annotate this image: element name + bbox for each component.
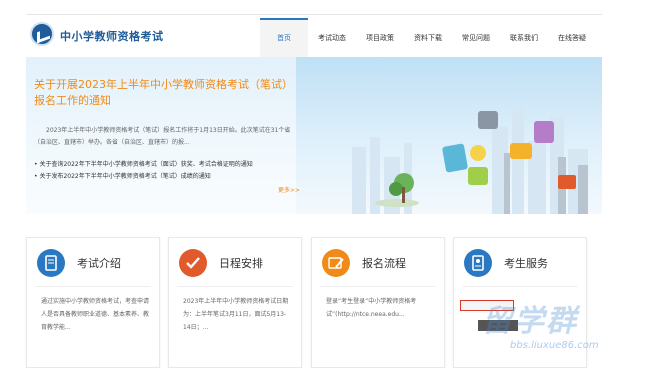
site-name[interactable]: 中小学教师资格考试: [60, 28, 164, 44]
watermark-url: bbs.liuxue86.com: [510, 340, 599, 351]
card-text: 登录“考生登录”中小学教师资格考试”(http://ntce.neea.edu.…: [326, 298, 417, 318]
card-divider: [177, 286, 293, 287]
nav-exam-news[interactable]: 考试动态: [308, 18, 356, 58]
contact-icon: [464, 249, 492, 277]
nav-contact[interactable]: 联系我们: [500, 18, 548, 58]
card-title: 考生服务: [504, 257, 548, 270]
banner-link[interactable]: 关于查询2022年下半年中小学教师资格考试（面试）获奖、考试合格证明的通知: [34, 159, 252, 171]
banner-links: 关于查询2022年下半年中小学教师资格考试（面试）获奖、考试合格证明的通知 关于…: [34, 159, 253, 183]
page: 中小学教师资格考试 首页 考试动态 项目政策 资料下载 常见问题 联系我们 在线…: [0, 0, 645, 368]
card-text: 2023年上半年中小学教师资格考试日期为：上半年笔试3月11日，面试5月13-1…: [183, 298, 289, 331]
nav-downloads[interactable]: 资料下载: [404, 18, 452, 58]
city-illustration: [352, 109, 588, 214]
pencil-icon: [322, 249, 350, 277]
card-divider: [320, 286, 436, 287]
check-icon: [179, 249, 207, 277]
card-text: 通过实施中小学教师资格考试，考查申请人是否具备教师职业道德、基本素养、教育教学能…: [41, 298, 150, 331]
nav-policy[interactable]: 项目政策: [356, 18, 404, 58]
card-exam-intro[interactable]: 考试介绍 通过实施中小学教师资格考试，考查申请人是否具备教师职业道德、基本素养、…: [26, 237, 160, 368]
card-title: 考试介绍: [77, 257, 121, 270]
card-title: 报名流程: [362, 257, 406, 270]
nav-online-qa[interactable]: 在线答疑: [548, 18, 596, 58]
banner-link[interactable]: 关于发布2022年下半年中小学教师资格考试（笔试）成绩的通知: [34, 171, 253, 183]
card-title: 日程安排: [219, 257, 263, 270]
card-divider: [462, 286, 578, 287]
banner-title[interactable]: 关于开展2023年上半年中小学教师资格考试（笔试）报名工作的通知: [34, 77, 296, 109]
nav-faq[interactable]: 常见问题: [452, 18, 500, 58]
main-nav: 首页 考试动态 项目政策 资料下载 常见问题 联系我们 在线答疑: [260, 18, 596, 58]
banner-paragraph: 2023年上半年中小学教师资格考试（笔试）报名工作将于1月13日开始。此次笔试在…: [34, 127, 291, 146]
card-registration-process[interactable]: 报名流程 登录“考生登录”中小学教师资格考试”(http://ntce.neea…: [311, 237, 445, 368]
card-schedule[interactable]: 日程安排 2023年上半年中小学教师资格考试日期为：上半年笔试3月11日，面试5…: [168, 237, 302, 368]
watermark-logo: 留学群: [482, 304, 578, 339]
header-divider: [26, 14, 602, 15]
card-divider: [35, 286, 151, 287]
hero-banner: 关于开展2023年上半年中小学教师资格考试（笔试）报名工作的通知 2023年上半…: [26, 57, 602, 214]
site-logo-icon[interactable]: [30, 22, 54, 46]
nav-home[interactable]: 首页: [260, 18, 308, 58]
document-icon: [37, 249, 65, 277]
